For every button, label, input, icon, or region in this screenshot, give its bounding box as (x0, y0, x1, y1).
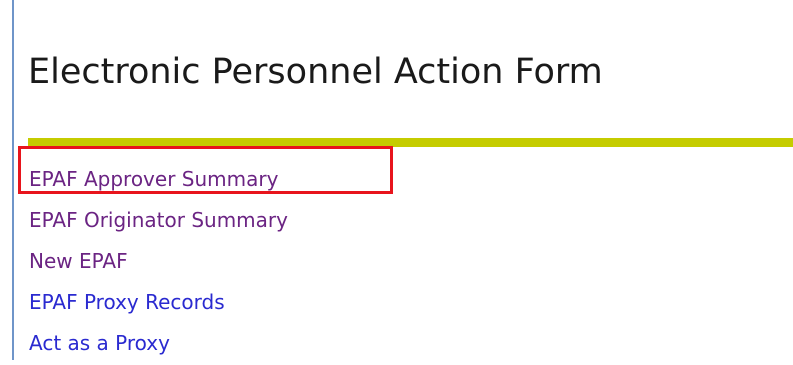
highlight-annotation-box (18, 146, 393, 194)
epaf-proxy-records-link[interactable]: EPAF Proxy Records (29, 290, 225, 314)
menu-item-originator-summary: EPAF Originator Summary (29, 201, 288, 242)
menu-item-act-as-proxy: Act as a Proxy (29, 324, 288, 365)
page-frame-border (12, 0, 14, 360)
epaf-originator-summary-link[interactable]: EPAF Originator Summary (29, 208, 288, 232)
act-as-proxy-link[interactable]: Act as a Proxy (29, 331, 170, 355)
menu-item-new-epaf: New EPAF (29, 242, 288, 283)
page-title: Electronic Personnel Action Form (28, 52, 603, 92)
new-epaf-link[interactable]: New EPAF (29, 249, 128, 273)
menu-item-proxy-records: EPAF Proxy Records (29, 283, 288, 324)
